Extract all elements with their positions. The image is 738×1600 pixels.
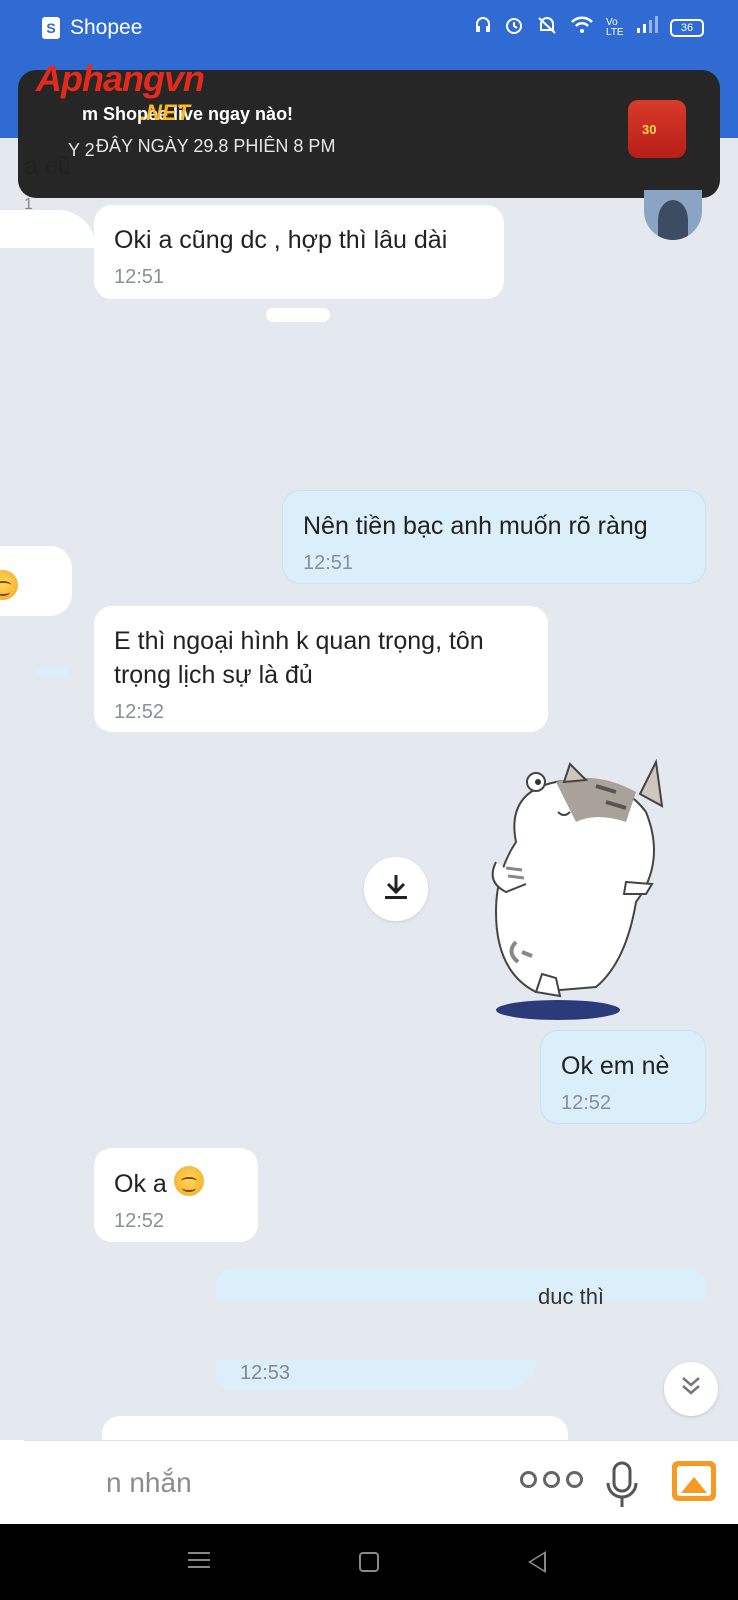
shopee-bag-icon: S xyxy=(42,17,60,39)
signal-icon xyxy=(636,16,658,39)
message-bubble-incoming[interactable]: Oki a cũng dc , hợp thì lâu dài 12:51 xyxy=(94,205,504,299)
status-bar: S Shopee Vo LTE 36 xyxy=(0,0,738,56)
partial-message-left: a cũ xyxy=(24,152,72,180)
navigation-bar xyxy=(0,1524,738,1600)
back-button[interactable] xyxy=(528,1551,546,1573)
redacted-message-time: 12:53 xyxy=(240,1362,291,1384)
watermark-suffix: .NET xyxy=(140,100,191,125)
home-button[interactable] xyxy=(359,1552,379,1572)
alarm-icon xyxy=(504,15,524,40)
redaction-scrap xyxy=(0,1440,24,1524)
message-text: Ok a xyxy=(114,1170,167,1198)
redaction-scrap xyxy=(266,308,330,322)
redaction-scrap xyxy=(0,210,96,248)
message-time: 12:52 xyxy=(114,701,165,723)
smiling-emoji-icon xyxy=(173,1166,204,1196)
message-text: Nên tiền bạc anh muốn rõ ràng xyxy=(303,512,648,540)
status-app-name: Shopee xyxy=(70,16,143,39)
message-time: 12:51 xyxy=(114,266,165,288)
notification-thumbnail: 30 xyxy=(628,100,686,158)
message-bubble-incoming[interactable]: Ok a 12:52 xyxy=(94,1148,258,1242)
redacted-message-text: duc thì xyxy=(538,1284,605,1309)
message-bubble-outgoing[interactable]: Ok em nè 12:52 xyxy=(540,1030,706,1124)
microphone-icon[interactable] xyxy=(604,1459,640,1513)
cat-sticker[interactable] xyxy=(476,752,676,1022)
notification-thumbnail-text: 30 xyxy=(642,122,657,137)
notification-body: ĐÂY NGÀY 29.8 PHIÊN 8 PM xyxy=(96,136,336,156)
message-time: 12:51 xyxy=(303,552,354,574)
download-button[interactable] xyxy=(364,857,428,921)
redacted-message-bubble xyxy=(216,1268,706,1300)
message-time: 12:52 xyxy=(114,1210,165,1232)
headset-icon xyxy=(474,16,492,39)
more-dots-icon[interactable] xyxy=(520,1471,583,1488)
message-input-bar: n nhắn xyxy=(0,1440,738,1524)
mute-icon xyxy=(536,15,558,40)
status-icons: Vo LTE 36 xyxy=(474,15,704,40)
redaction-scrap xyxy=(36,668,70,676)
battery-icon: 36 xyxy=(670,18,704,37)
wifi-icon xyxy=(570,16,594,39)
message-text: Ok em nè xyxy=(561,1052,670,1080)
network-type: Vo LTE xyxy=(606,16,624,38)
scroll-down-button[interactable] xyxy=(664,1362,718,1416)
message-input[interactable]: n nhắn xyxy=(106,1467,192,1499)
double-chevron-down-icon xyxy=(679,1375,703,1403)
message-time: 12:52 xyxy=(561,1092,612,1114)
message-text: Oki a cũng dc , hợp thì lâu dài xyxy=(114,226,448,254)
contact-avatar[interactable] xyxy=(644,190,702,240)
download-icon xyxy=(383,873,409,906)
message-bubble-incoming[interactable]: E thì ngoại hình k quan trọng, tôn trọng… xyxy=(94,606,548,732)
status-app: S Shopee xyxy=(42,16,142,40)
notification-body-prefix: Y 2 xyxy=(68,140,95,160)
watermark-logo: Aphangvn xyxy=(36,58,205,99)
message-bubble-outgoing[interactable]: Nên tiền bạc anh muốn rõ ràng 12:51 xyxy=(282,490,706,584)
message-text: E thì ngoại hình k quan trọng, tôn trọng… xyxy=(114,627,484,689)
recent-apps-button[interactable] xyxy=(188,1552,210,1568)
image-icon[interactable] xyxy=(672,1461,716,1501)
